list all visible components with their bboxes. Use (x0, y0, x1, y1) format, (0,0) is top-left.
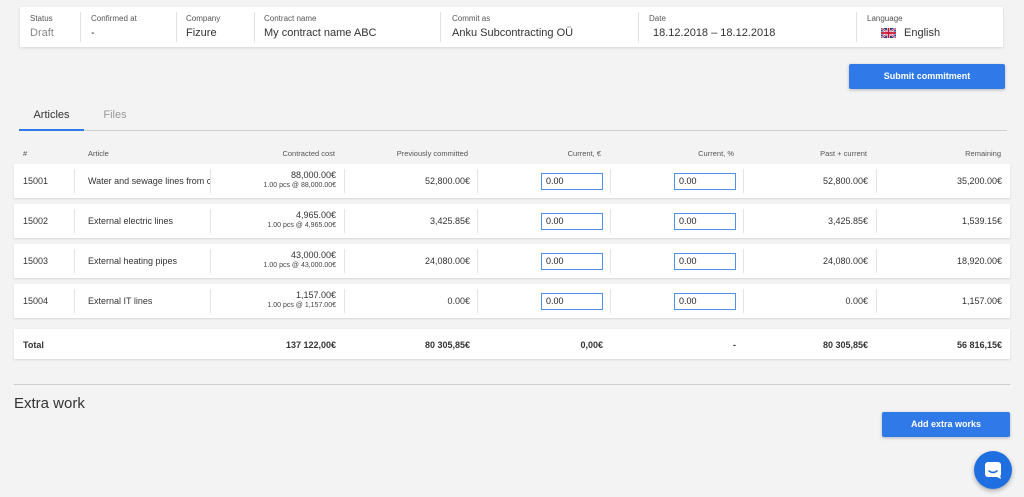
row-past-current: 3,425.85€ (827, 216, 868, 226)
total-contracted-cost: 137 122,00€ (285, 340, 336, 350)
language-field[interactable]: Language English (867, 14, 940, 42)
total-past-current: 80 305,85€ (822, 340, 868, 350)
current-pct-input[interactable]: 0.00 (674, 213, 736, 230)
confirmed-at-label: Confirmed at (91, 14, 137, 23)
row-contracted-cost: 43,000.00€ (290, 250, 336, 260)
total-previously-committed: 80 305,85€ (424, 340, 470, 350)
row-past-current: 24,080.00€ (822, 256, 868, 266)
row-past-current: 52,800.00€ (822, 176, 868, 186)
date-label: Date (649, 14, 666, 23)
current-eur-input[interactable]: 0.00 (541, 293, 603, 310)
total-row: Total 137 122,00€ 80 305,85€ 0,00€ - 80 … (14, 329, 1010, 359)
row-previously-committed: 3,425.85€ (429, 216, 470, 226)
row-cost-detail: 1.00 pcs @ 4,965.00€ (267, 222, 336, 229)
current-eur-input[interactable]: 0.00 (541, 173, 603, 190)
current-pct-input[interactable]: 0.00 (674, 173, 736, 190)
table-row: 15003 External heating pipes 43,000.00€ … (14, 244, 1010, 278)
language-selector[interactable]: English (867, 26, 940, 41)
current-pct-input[interactable]: 0.00 (674, 253, 736, 270)
col-header-id: # (23, 149, 28, 158)
total-current-eur: 0,00€ (580, 340, 603, 350)
row-past-current: 0.00€ (845, 296, 868, 306)
row-id: 15003 (23, 256, 49, 266)
row-article: Water and sewage lines from ce (88, 176, 210, 186)
row-cost-detail: 1.00 pcs @ 88,000.00€ (263, 182, 337, 189)
company-field: Company Fizure (186, 14, 220, 42)
row-article: External IT lines (88, 296, 153, 306)
col-header-contracted-cost: Contracted cost (282, 149, 335, 158)
table-row: 15002 External electric lines 4,965.00€ … (14, 204, 1010, 238)
add-extra-works-button[interactable]: Add extra works (882, 412, 1010, 437)
col-header-past-current: Past + current (820, 149, 867, 158)
col-header-current-pct: Current, % (698, 149, 734, 158)
current-eur-input[interactable]: 0.00 (541, 253, 603, 270)
row-id: 15001 (23, 176, 49, 186)
commit-as-value[interactable]: Anku Subcontracting OÜ (452, 26, 573, 41)
date-value[interactable]: 18.12.2018 – 18.12.2018 (649, 26, 775, 41)
current-eur-input[interactable]: 0.00 (541, 213, 603, 230)
row-article: External electric lines (88, 216, 174, 226)
row-remaining: 18,920.00€ (956, 256, 1002, 266)
submit-commitment-button[interactable]: Submit commitment (849, 64, 1005, 89)
col-header-current-eur: Current, € (567, 149, 601, 158)
tab-files[interactable]: Files (85, 100, 145, 131)
contract-header: Status Draft Confirmed at - Company Fizu… (20, 7, 1003, 47)
commit-as-field[interactable]: Commit as Anku Subcontracting OÜ (452, 14, 573, 42)
current-pct-input[interactable]: 0.00 (674, 293, 736, 310)
col-header-article: Article (88, 149, 109, 158)
row-contracted-cost: 1,157.00€ (295, 290, 336, 300)
total-label: Total (23, 340, 44, 350)
confirmed-at-value: - (91, 27, 95, 39)
contract-name-label: Contract name (264, 14, 317, 23)
row-previously-committed: 52,800.00€ (424, 176, 470, 186)
contract-name-field: Contract name My contract name ABC (264, 14, 377, 42)
chat-bubble-icon (985, 462, 1001, 479)
tab-bar: Articles Files (19, 100, 1007, 131)
commit-as-label: Commit as (452, 14, 491, 23)
row-remaining: 1,539.15€ (961, 216, 1002, 226)
chat-launcher-button[interactable] (974, 451, 1012, 489)
language-label: Language (867, 14, 903, 23)
row-previously-committed: 0.00€ (447, 296, 470, 306)
table-row: 15001 Water and sewage lines from ce 88,… (14, 164, 1010, 198)
confirmed-at-field: Confirmed at - (91, 14, 137, 42)
row-remaining: 1,157.00€ (961, 296, 1002, 306)
company-label: Company (186, 14, 221, 23)
row-previously-committed: 24,080.00€ (424, 256, 470, 266)
status-value: Draft (30, 27, 54, 39)
tab-articles[interactable]: Articles (19, 100, 84, 131)
uk-flag-icon (881, 28, 896, 39)
company-value: Fizure (186, 27, 217, 39)
status-label: Status (30, 14, 53, 23)
extra-work-title: Extra work (14, 395, 85, 412)
status-field: Status Draft (30, 14, 54, 42)
language-value: English (904, 27, 941, 39)
col-header-remaining: Remaining (965, 149, 1001, 158)
row-id: 15004 (23, 296, 49, 306)
total-remaining: 56 816,15€ (956, 340, 1002, 350)
contract-name-value: My contract name ABC (264, 27, 377, 39)
row-id: 15002 (23, 216, 49, 226)
row-remaining: 35,200.00€ (956, 176, 1002, 186)
row-contracted-cost: 88,000.00€ (290, 170, 336, 180)
date-field[interactable]: Date 18.12.2018 – 18.12.2018 (649, 14, 775, 42)
table-row: 15004 External IT lines 1,157.00€ 1.00 p… (14, 284, 1010, 318)
row-contracted-cost: 4,965.00€ (295, 210, 336, 220)
row-cost-detail: 1.00 pcs @ 43,000.00€ (263, 262, 337, 269)
row-article: External heating pipes (88, 256, 178, 266)
section-divider (14, 384, 1010, 385)
total-current-pct: - (733, 340, 736, 350)
col-header-previously-committed: Previously committed (396, 149, 468, 158)
row-cost-detail: 1.00 pcs @ 1,157.00€ (267, 302, 336, 309)
